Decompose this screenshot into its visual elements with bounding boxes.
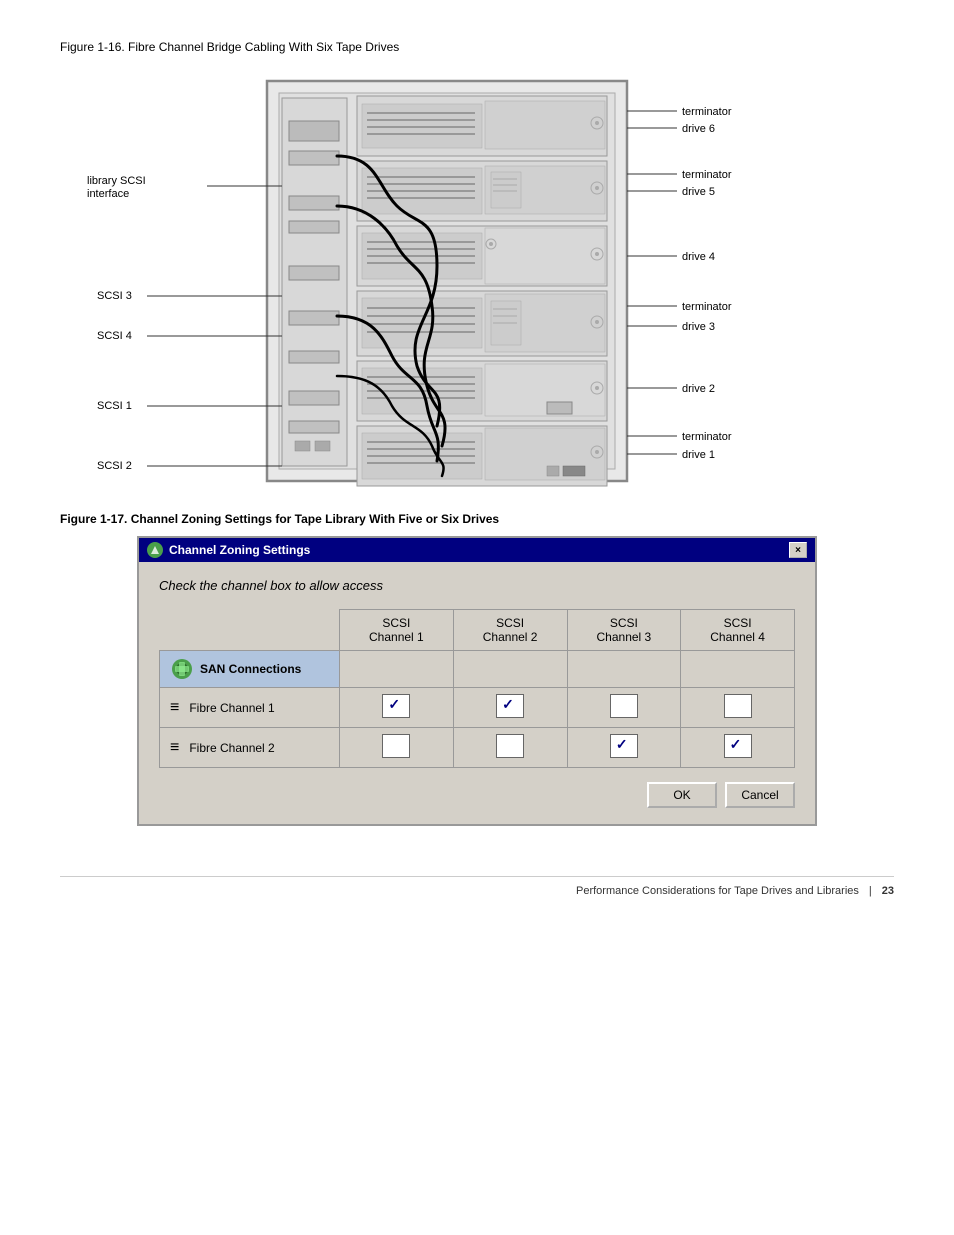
fc1-icon: ≡ [170,699,179,717]
fc2-ch4-cell[interactable] [681,728,795,768]
svg-text:interface: interface [87,188,129,200]
svg-text:SCSI 4: SCSI 4 [97,330,132,342]
page-number: 23 [882,885,894,897]
figure-16-caption: Figure 1-16. Fibre Channel Bridge Cablin… [60,40,894,54]
figure-16-svg: library SCSI interface SCSI 3 SCSI 4 SCS… [67,66,887,496]
fc2-ch1-cell[interactable] [340,728,454,768]
fc2-ch3-cell[interactable] [567,728,681,768]
fc1-ch4-checkbox[interactable] [724,694,752,718]
fc1-label: Fibre Channel 1 [189,701,274,715]
col-scsi1-header: SCSIChannel 1 [340,610,454,651]
fc1-ch4-cell[interactable] [681,688,795,728]
fc1-ch1-cell[interactable] [340,688,454,728]
footer-text: Performance Considerations for Tape Driv… [576,885,859,897]
fc1-ch1-checkbox[interactable] [382,694,410,718]
dialog-close-button[interactable]: × [789,542,807,558]
dialog-body: Check the channel box to allow access SC… [139,562,815,824]
fc1-row-header: ≡ Fibre Channel 1 [170,699,329,717]
san-connections-label: SAN Connections [170,657,329,681]
fc1-ch2-checkbox[interactable] [496,694,524,718]
ok-button[interactable]: OK [647,782,717,808]
table-header-row: SCSIChannel 1 SCSIChannel 2 SCSIChannel … [160,610,795,651]
svg-text:drive 6: drive 6 [682,123,715,135]
san-connections-cell: SAN Connections [160,651,340,688]
svg-text:drive 2: drive 2 [682,383,715,395]
san-ch4-cell [681,651,795,688]
svg-text:terminator: terminator [682,169,732,181]
fc2-ch1-checkbox[interactable] [382,734,410,758]
fc1-label-cell: ≡ Fibre Channel 1 [160,688,340,728]
page-footer: Performance Considerations for Tape Driv… [60,876,894,897]
svg-text:drive 5: drive 5 [682,186,715,198]
footer-separator: | [869,885,872,897]
svg-text:terminator: terminator [682,301,732,313]
svg-text:SCSI 3: SCSI 3 [97,290,132,302]
fc2-label: Fibre Channel 2 [189,741,274,755]
fc2-label-cell: ≡ Fibre Channel 2 [160,728,340,768]
zoning-table: SCSIChannel 1 SCSIChannel 2 SCSIChannel … [159,609,795,768]
svg-text:terminator: terminator [682,431,732,443]
svg-text:drive 4: drive 4 [682,251,715,263]
san-connections-row: SAN Connections [160,651,795,688]
col-scsi3-header: SCSIChannel 3 [567,610,681,651]
titlebar-left: Channel Zoning Settings [147,542,310,558]
fc1-ch3-checkbox[interactable] [610,694,638,718]
fc2-ch2-cell[interactable] [453,728,567,768]
fc1-row: ≡ Fibre Channel 1 [160,688,795,728]
channel-zoning-dialog: Channel Zoning Settings × Check the chan… [137,536,817,826]
fc1-ch2-cell[interactable] [453,688,567,728]
svg-text:SCSI 2: SCSI 2 [97,460,132,472]
dialog-icon [147,542,163,558]
fc2-ch3-checkbox[interactable] [610,734,638,758]
footer-right: Performance Considerations for Tape Driv… [576,885,894,897]
svg-text:library SCSI: library SCSI [87,175,146,187]
col-empty-header [160,610,340,651]
fc2-icon: ≡ [170,739,179,757]
col-scsi2-header: SCSIChannel 2 [453,610,567,651]
fc1-ch3-cell[interactable] [567,688,681,728]
fc2-ch4-checkbox[interactable] [724,734,752,758]
san-ch2-cell [453,651,567,688]
col-scsi4-header: SCSIChannel 4 [681,610,795,651]
fc2-row-header: ≡ Fibre Channel 2 [170,739,329,757]
dialog-instruction: Check the channel box to allow access [159,578,795,593]
figure-17-caption: Figure 1-17. Channel Zoning Settings for… [60,512,894,526]
fc2-ch2-checkbox[interactable] [496,734,524,758]
svg-text:drive 3: drive 3 [682,321,715,333]
fc2-row: ≡ Fibre Channel 2 [160,728,795,768]
svg-text:terminator: terminator [682,106,732,118]
svg-text:SCSI 1: SCSI 1 [97,400,132,412]
dialog-buttons: OK Cancel [159,782,795,812]
svg-text:drive 1: drive 1 [682,449,715,461]
dialog-titlebar: Channel Zoning Settings × [139,538,815,562]
cancel-button[interactable]: Cancel [725,782,795,808]
figure-16-diagram: library SCSI interface SCSI 3 SCSI 4 SCS… [67,66,887,496]
dialog-title: Channel Zoning Settings [169,543,310,557]
san-icon [170,657,194,681]
san-ch1-cell [340,651,454,688]
san-ch3-cell [567,651,681,688]
